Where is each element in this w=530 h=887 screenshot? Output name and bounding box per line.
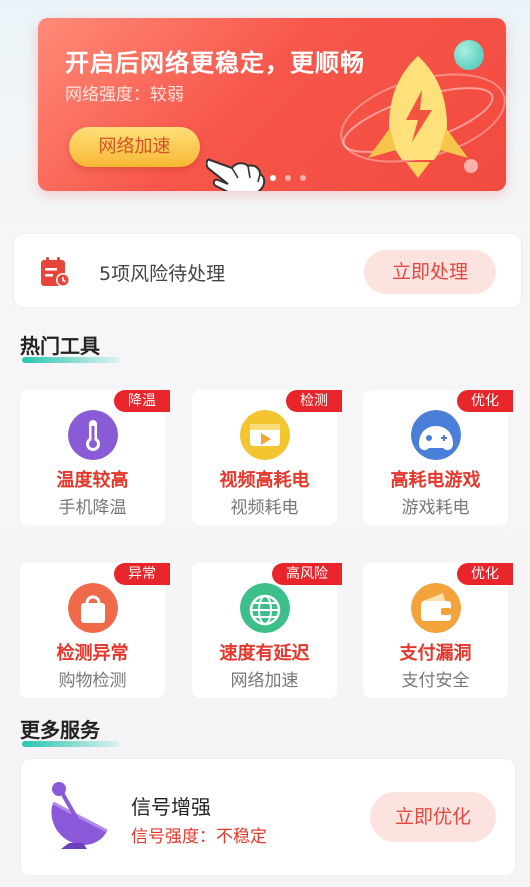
- promo-banner[interactable]: 开启后网络更稳定，更顺畅 网络强度：较弱 网络加速: [38, 18, 506, 191]
- tool-subtitle: 购物检测: [58, 671, 127, 691]
- wallet-icon: [411, 583, 461, 633]
- video-icon: [240, 410, 290, 460]
- tool-subtitle: 网络加速: [230, 671, 299, 691]
- tool-tag: 优化: [457, 563, 513, 585]
- gamepad-icon: [411, 410, 461, 460]
- tool-tag: 高风险: [272, 563, 342, 585]
- tool-subtitle: 手机降温: [58, 498, 127, 518]
- carousel-dot[interactable]: [300, 175, 306, 181]
- tool-name: 视频高耗电: [219, 470, 310, 491]
- tool-name: 检测异常: [56, 643, 129, 664]
- tool-card-payment[interactable]: 优化 支付漏洞 支付安全: [363, 563, 513, 698]
- tool-tag: 优化: [457, 390, 513, 412]
- signal-boost-card[interactable]: 信号增强 信号强度：不稳定 立即优化: [20, 758, 516, 876]
- tool-card-video[interactable]: 检测 视频高耗电 视频耗电: [192, 390, 342, 525]
- tool-subtitle: 视频耗电: [230, 498, 299, 518]
- carousel-dot[interactable]: [285, 175, 291, 181]
- banner-subtitle: 网络强度：较弱: [65, 85, 184, 105]
- more-services-label: 更多服务: [20, 718, 100, 742]
- rocket-icon: [342, 56, 494, 178]
- service-status: 信号强度：不稳定: [131, 827, 267, 847]
- network-boost-button[interactable]: 网络加速: [69, 127, 200, 167]
- service-name: 信号增强: [131, 795, 211, 819]
- tool-card-game[interactable]: 优化 高耗电游戏 游戏耗电: [363, 390, 513, 525]
- carousel-dot[interactable]: [270, 175, 276, 181]
- tool-tag: 异常: [114, 563, 170, 585]
- risk-card: 5项风险待处理 立即处理: [13, 233, 522, 308]
- globe-icon: [240, 583, 290, 633]
- tool-card-cooling[interactable]: 降温 温度较高 手机降温: [20, 390, 170, 525]
- tool-name: 速度有延迟: [219, 643, 310, 664]
- shopping-bag-icon: [68, 583, 118, 633]
- tool-card-shopping[interactable]: 异常 检测异常 购物检测: [20, 563, 170, 698]
- more-services-title: 更多服务: [20, 714, 120, 747]
- risk-count-text: 5项风险待处理: [99, 263, 226, 285]
- tool-subtitle: 支付安全: [401, 671, 470, 691]
- tool-tag: 降温: [114, 390, 170, 412]
- banner-title: 开启后网络更稳定，更顺畅: [65, 49, 365, 77]
- optimize-now-button[interactable]: 立即优化: [370, 792, 496, 842]
- hot-tools-title: 热门工具: [20, 330, 120, 363]
- handle-now-button[interactable]: 立即处理: [364, 250, 496, 294]
- hot-tools-label: 热门工具: [20, 334, 100, 358]
- tool-name: 支付漏洞: [399, 643, 472, 664]
- tool-name: 高耗电游戏: [390, 470, 481, 491]
- tool-subtitle: 游戏耗电: [401, 498, 470, 518]
- satellite-dish-icon: [51, 782, 108, 849]
- tool-card-network[interactable]: 高风险 速度有延迟 网络加速: [192, 563, 342, 698]
- thermometer-icon: [68, 410, 118, 460]
- calendar-clock-icon: [41, 257, 70, 287]
- pointing-hand-icon: [206, 158, 266, 191]
- tool-tag: 检测: [286, 390, 342, 412]
- carousel-indicator[interactable]: [270, 175, 306, 181]
- tool-name: 温度较高: [56, 470, 129, 491]
